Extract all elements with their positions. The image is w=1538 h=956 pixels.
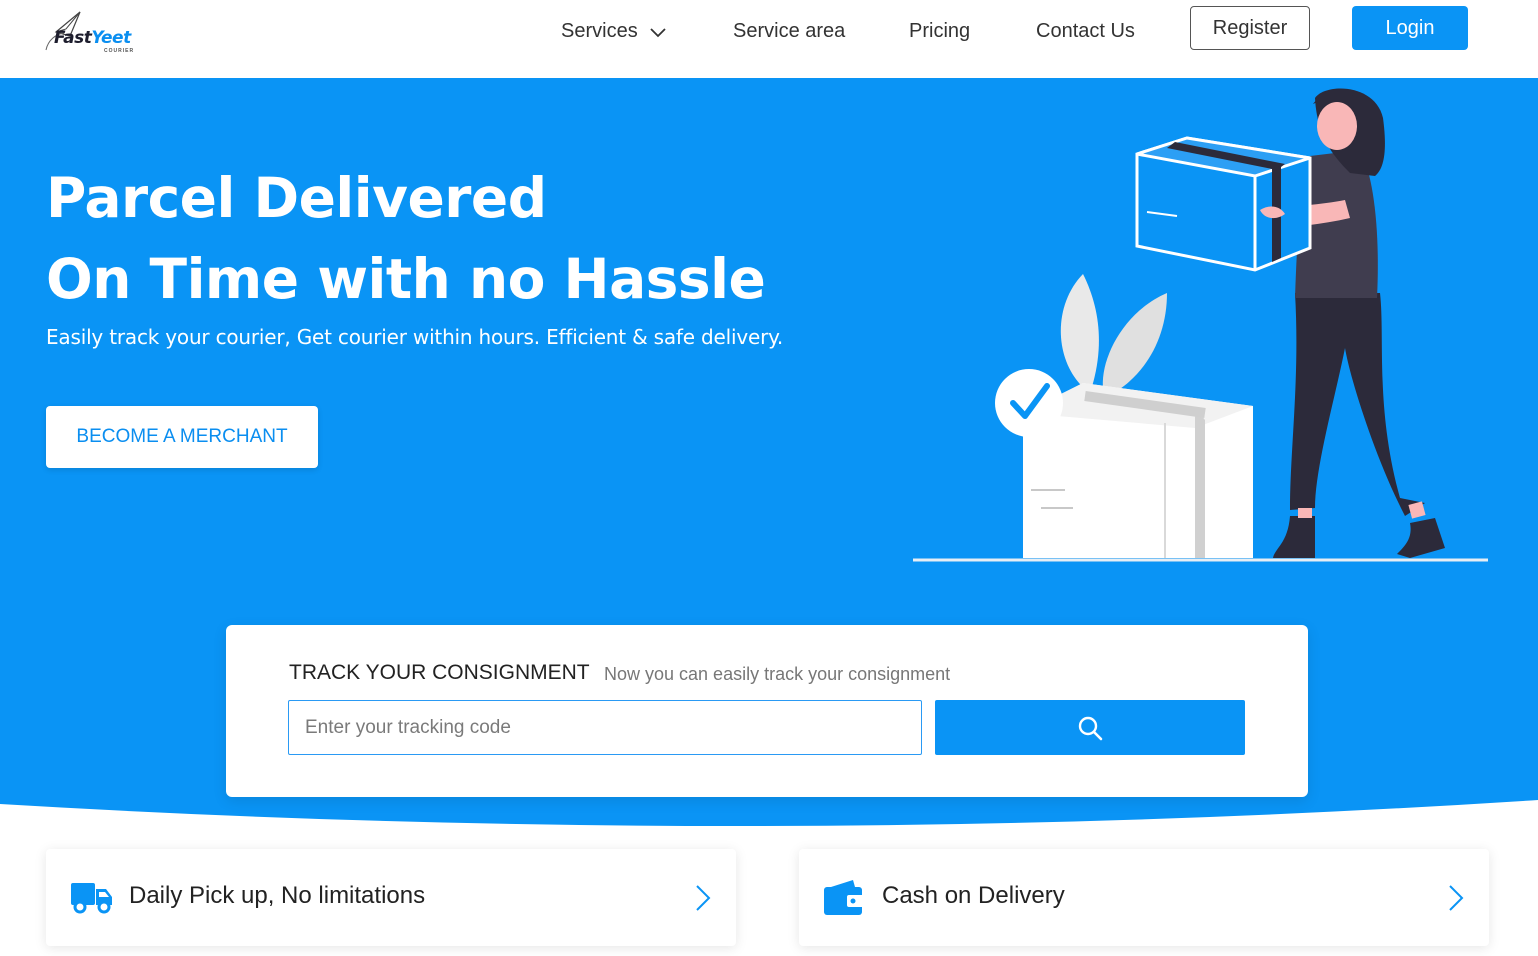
person-legs [1290,293,1425,516]
register-button[interactable]: Register [1190,6,1310,50]
brand-wordmark: FastYeet [54,28,131,48]
tracking-card: TRACK YOUR CONSIGNMENT Now you can easil… [226,625,1308,797]
nav-contact-us[interactable]: Contact Us [1036,20,1135,43]
brand-tagline: COURIER [104,48,135,54]
become-merchant-button[interactable]: BECOME A MERCHANT [46,406,318,468]
feature-card-daily-pickup[interactable]: Daily Pick up, No limitations [46,849,736,946]
chevron-right-icon [1449,885,1464,911]
search-icon [1078,716,1103,740]
held-box-icon [1135,136,1312,272]
shoe-left [1273,516,1315,558]
nav-services[interactable]: Services [561,20,667,43]
chevron-down-icon [650,28,666,37]
delivery-illustration [913,88,1488,562]
hero-title-line-2: On Time with no Hassle [46,247,766,311]
tracking-title: TRACK YOUR CONSIGNMENT [289,661,590,684]
check-badge [995,369,1063,437]
feature-card-cash-on-delivery[interactable]: Cash on Delivery [799,849,1489,946]
hero-subtitle: Easily track your courier, Get courier w… [46,325,784,349]
nav-pricing[interactable]: Pricing [909,20,970,43]
wallet-icon [824,880,864,915]
site-header: FastYeet COURIER Services Service area P… [0,0,1538,78]
shoe-right [1397,518,1445,558]
tracking-note: Now you can easily track your consignmen… [604,664,951,684]
brand-logo[interactable]: FastYeet COURIER [42,10,152,56]
chevron-right-icon [696,885,711,911]
hero-title: Parcel Delivered On Time with no Hassle [46,158,766,320]
nav-services-label: Services [561,20,638,42]
leaf-right-icon [1102,293,1167,398]
person-face [1317,102,1357,150]
tracking-search-button[interactable] [935,700,1245,755]
nav-service-area[interactable]: Service area [733,20,845,43]
hero-title-line-1: Parcel Delivered [46,166,547,230]
feature-label: Daily Pick up, No limitations [129,882,426,909]
leaf-left-icon [1060,274,1099,393]
tracking-code-input[interactable] [288,700,922,755]
login-button[interactable]: Login [1352,6,1468,50]
feature-label: Cash on Delivery [882,882,1065,909]
truck-icon [71,883,112,914]
